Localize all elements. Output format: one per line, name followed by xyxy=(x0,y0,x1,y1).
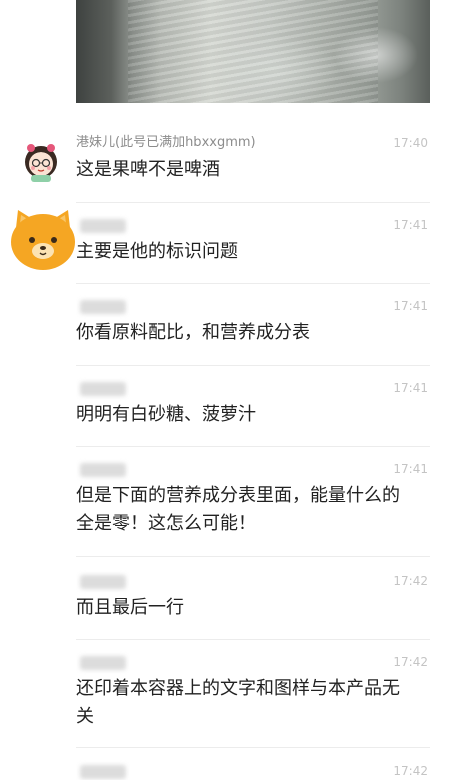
shared-photo[interactable] xyxy=(76,0,430,103)
message-text: 明明有白砂糖、菠萝汁 xyxy=(76,404,256,425)
message-time: 17:40 xyxy=(393,136,428,150)
message-time: 17:41 xyxy=(393,218,428,232)
message-time: 17:42 xyxy=(393,764,428,778)
sender-name-blurred xyxy=(80,575,126,589)
message-text: 你看原料配比，和营养成分表 xyxy=(76,322,310,343)
sender-name-blurred xyxy=(80,382,126,396)
sender-name-blurred xyxy=(80,656,126,670)
orange-bear-avatar-icon[interactable] xyxy=(8,206,78,272)
message-divider xyxy=(76,446,430,447)
message-divider xyxy=(76,365,430,366)
message-time: 17:41 xyxy=(393,299,428,313)
message-time: 17:41 xyxy=(393,462,428,476)
sender-name-blurred xyxy=(80,300,126,314)
message-divider xyxy=(76,202,430,203)
message-time: 17:41 xyxy=(393,381,428,395)
cartoon-girl-avatar-icon[interactable] xyxy=(22,142,60,182)
message-text: 但是下面的营养成分表里面，能量什么的 全是零！这怎么可能！ xyxy=(76,485,400,534)
sender-name-blurred xyxy=(80,219,126,233)
message-divider xyxy=(76,639,430,640)
message-text: 还印着本容器上的文字和图样与本产品无 关 xyxy=(76,678,400,727)
message-text: 而且最后一行 xyxy=(76,597,184,618)
message-text: 主要是他的标识问题 xyxy=(76,241,238,262)
message-divider xyxy=(76,747,430,748)
message-time: 17:42 xyxy=(393,574,428,588)
message-divider xyxy=(76,283,430,284)
sender-name-blurred xyxy=(80,463,126,477)
sender-name: 港妹儿(此号已满加hbxxgmm) xyxy=(76,135,256,150)
message-text: 这是果啤不是啤酒 xyxy=(76,159,220,180)
message-time: 17:42 xyxy=(393,655,428,669)
message-divider xyxy=(76,556,430,557)
